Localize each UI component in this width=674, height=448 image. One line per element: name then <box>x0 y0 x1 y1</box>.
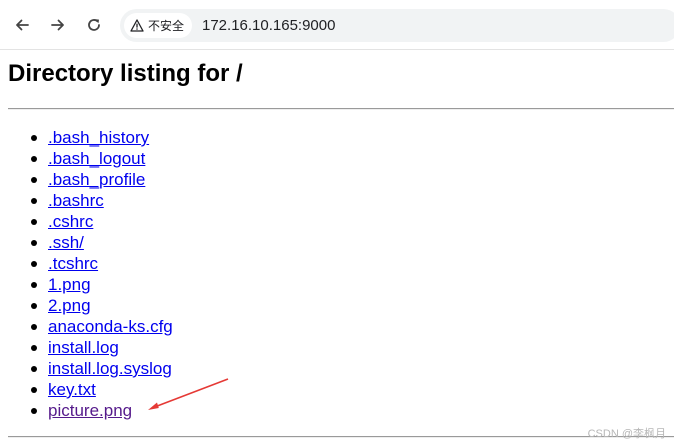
arrow-left-icon <box>16 19 29 31</box>
file-link[interactable]: install.log <box>48 338 119 357</box>
bullet <box>31 408 37 414</box>
divider-top <box>8 108 674 110</box>
watermark: CSDN @李枫月 <box>587 428 666 440</box>
bullet <box>31 156 37 162</box>
file-link[interactable]: .bash_history <box>48 128 149 147</box>
list-item: 2.png <box>0 295 173 316</box>
reload-button[interactable] <box>80 11 108 39</box>
list-item: .bashrc <box>0 190 173 211</box>
list-item: .bash_logout <box>0 148 173 169</box>
bullet <box>31 324 37 330</box>
list-item: .tcshrc <box>0 253 173 274</box>
list-item: install.log <box>0 337 173 358</box>
file-link[interactable]: .bashrc <box>48 191 104 210</box>
page-title: Directory listing for / <box>8 60 243 87</box>
bullet <box>31 198 37 204</box>
divider-bottom <box>8 436 674 438</box>
bullet <box>31 261 37 267</box>
forward-button[interactable] <box>44 11 72 39</box>
bullet <box>31 219 37 225</box>
list-item: .bash_history <box>0 127 173 148</box>
arrow-right-icon <box>51 19 64 31</box>
address-bar[interactable]: 不安全 172.16.10.165:9000 <box>120 9 674 42</box>
bullet <box>31 303 37 309</box>
bullet <box>31 135 37 141</box>
bullet <box>31 345 37 351</box>
file-link[interactable]: .tcshrc <box>48 254 98 273</box>
file-link[interactable]: .bash_profile <box>48 170 145 189</box>
file-link[interactable]: .bash_logout <box>48 149 145 168</box>
annotation-arrow <box>148 378 229 410</box>
security-chip[interactable]: 不安全 <box>124 13 193 38</box>
bullet <box>31 177 37 183</box>
file-link[interactable]: 1.png <box>48 275 91 294</box>
reload-icon <box>88 19 100 31</box>
browser-toolbar: 不安全 172.16.10.165:9000 <box>0 0 674 50</box>
bullet <box>31 387 37 393</box>
list-item: 1.png <box>0 274 173 295</box>
bullet <box>31 240 37 246</box>
bullet <box>31 282 37 288</box>
file-link[interactable]: .ssh/ <box>48 233 84 252</box>
file-link[interactable]: key.txt <box>48 380 96 399</box>
list-item: .cshrc <box>0 211 173 232</box>
bullet <box>31 366 37 372</box>
list-item: anaconda-ks.cfg <box>0 316 173 337</box>
file-link[interactable]: .cshrc <box>48 212 93 231</box>
file-link[interactable]: picture.png <box>48 401 132 420</box>
list-item: .ssh/ <box>0 232 173 253</box>
url-text[interactable]: 172.16.10.165:9000 <box>202 17 335 34</box>
security-label: 不安全 <box>148 19 185 33</box>
back-button[interactable] <box>8 11 36 39</box>
file-link[interactable]: anaconda-ks.cfg <box>48 317 173 336</box>
file-link[interactable]: 2.png <box>48 296 91 315</box>
warning-triangle-icon <box>130 19 144 32</box>
page-content: Directory listing for / .bash_history .ba… <box>0 50 674 448</box>
list-item: .bash_profile <box>0 169 173 190</box>
